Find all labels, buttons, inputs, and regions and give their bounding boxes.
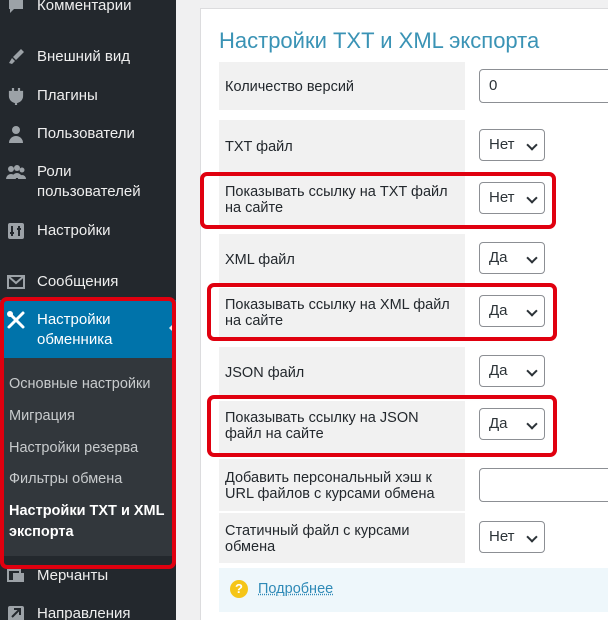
admin-sidebar: Комментарии Внешний вид Плагины Пользова… xyxy=(0,0,176,620)
user-roles-icon xyxy=(6,162,26,182)
menu-item-messages[interactable]: Сообщения xyxy=(0,272,176,292)
menu-item-settings[interactable]: Настройки xyxy=(0,221,176,241)
versions-count-input[interactable]: 0 xyxy=(479,69,608,103)
merchants-icon xyxy=(6,566,26,586)
label-txt-file: TXT файл xyxy=(225,139,461,155)
more-info-link[interactable]: Подробнее xyxy=(258,581,333,597)
static-file-select[interactable]: Нет xyxy=(479,521,545,553)
menu-item-directions[interactable]: Направления xyxy=(0,604,176,620)
menu-item-merchants[interactable]: Мерчанты xyxy=(0,566,176,586)
chevron-down-icon xyxy=(526,139,537,150)
plugins-icon xyxy=(6,86,26,106)
label-json-file: JSON файл xyxy=(225,365,461,381)
appearance-icon xyxy=(6,47,26,67)
comments-icon xyxy=(6,0,26,16)
menu-item-comments[interactable]: Комментарии xyxy=(0,0,176,16)
label-personal-hash: Добавить персональный хэш к URL файлов с… xyxy=(225,470,461,502)
highlight-box-txt-link xyxy=(200,172,556,229)
chevron-down-icon xyxy=(526,531,537,542)
highlight-box-json-link xyxy=(207,395,557,457)
chevron-down-icon xyxy=(526,365,537,376)
label-xml-file: XML файл xyxy=(225,252,461,268)
label-versions-count: Количество версий xyxy=(225,79,461,95)
directions-icon xyxy=(6,604,26,620)
page-title: Настройки TXT и XML экспорта xyxy=(219,28,539,54)
question-icon: ? xyxy=(230,580,248,598)
txt-file-select[interactable]: Нет xyxy=(479,129,545,161)
settings-icon xyxy=(6,221,26,241)
users-icon xyxy=(6,124,26,144)
xml-file-select[interactable]: Да xyxy=(479,242,545,274)
menu-item-users[interactable]: Пользователи xyxy=(0,124,176,144)
highlight-box-sidebar xyxy=(0,297,176,569)
menu-item-appearance[interactable]: Внешний вид xyxy=(0,47,176,67)
menu-item-plugins[interactable]: Плагины xyxy=(0,86,176,106)
personal-hash-input[interactable] xyxy=(479,468,608,502)
chevron-down-icon xyxy=(526,252,537,263)
highlight-box-xml-link xyxy=(207,283,557,341)
messages-icon xyxy=(6,272,26,292)
json-file-select[interactable]: Да xyxy=(479,355,545,387)
label-static-file: Статичный файл с курсами обмена xyxy=(225,523,461,555)
menu-item-user-roles[interactable]: Роли пользователей xyxy=(0,162,176,204)
